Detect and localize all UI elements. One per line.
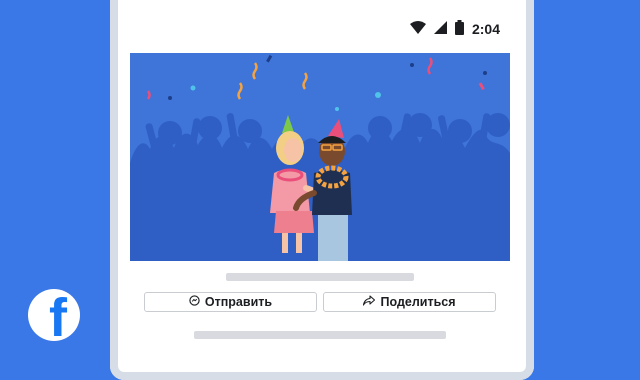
phone-screen: 2:04 Отправить Поделиться [130,10,510,370]
next-post-text-placeholder [194,331,446,339]
send-button-label: Отправить [204,295,273,309]
post-text-placeholder [226,273,414,281]
facebook-logo: f [28,289,80,341]
share-button[interactable]: Поделиться [323,292,496,312]
facebook-f-icon: f [49,289,67,341]
status-bar: 2:04 [130,10,510,48]
wifi-icon [409,20,426,38]
messenger-icon [189,295,200,309]
signal-icon [433,21,447,37]
battery-icon [454,20,464,38]
celebration-illustration [130,53,510,261]
share-icon [363,295,376,309]
post-actions: Отправить Поделиться [144,292,496,312]
status-time: 2:04 [471,21,500,37]
share-button-label: Поделиться [380,295,456,309]
send-button[interactable]: Отправить [144,292,317,312]
